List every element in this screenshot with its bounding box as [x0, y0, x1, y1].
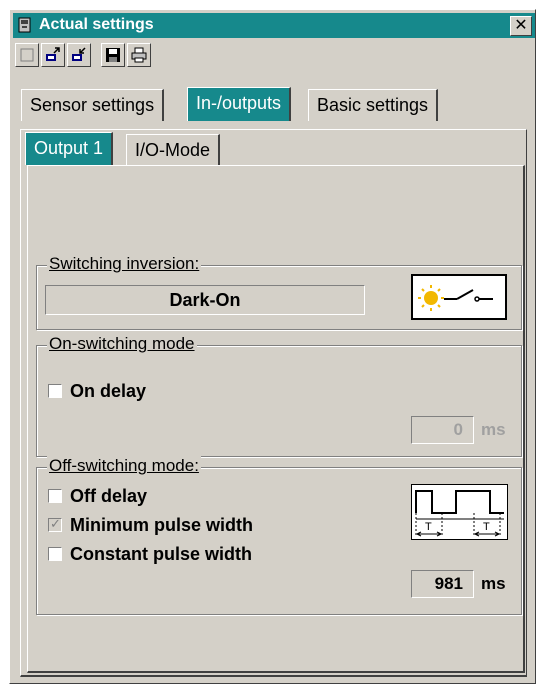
new-button[interactable]: [15, 43, 39, 67]
download-button[interactable]: [41, 43, 65, 67]
title-bar[interactable]: Actual settings ✕: [13, 13, 535, 38]
toolbar: [13, 41, 533, 71]
printer-icon: [131, 47, 147, 63]
on-switching-mode-legend: On-switching mode: [47, 334, 197, 354]
off-switching-mode-legend: Off-switching mode:: [47, 456, 201, 476]
on-delay-input[interactable]: 0: [411, 416, 474, 444]
tab-basic-settings[interactable]: Basic settings: [308, 89, 439, 121]
svg-text:T: T: [425, 521, 432, 533]
switching-inversion-value[interactable]: Dark-On: [45, 285, 365, 315]
svg-text:T: T: [483, 521, 490, 533]
on-delay-label: On delay: [70, 381, 147, 401]
tab-in-outputs[interactable]: In-/outputs: [187, 87, 292, 121]
min-pulse-checkbox-row[interactable]: Minimum pulse width: [48, 515, 308, 537]
off-delay-checkbox[interactable]: [48, 489, 62, 503]
upload-arrow-icon: [72, 47, 86, 61]
const-pulse-label: Constant pulse width: [70, 544, 252, 564]
const-pulse-checkbox[interactable]: [48, 547, 62, 561]
close-button[interactable]: ✕: [510, 16, 532, 36]
min-pulse-checkbox[interactable]: [48, 516, 62, 532]
off-delay-label: Off delay: [70, 486, 148, 506]
off-delay-checkbox-row[interactable]: Off delay: [48, 486, 248, 508]
device-icon: [17, 16, 33, 39]
on-delay-checkbox[interactable]: [48, 384, 62, 398]
tab-sensor-settings[interactable]: Sensor settings: [21, 89, 165, 121]
save-button[interactable]: [101, 43, 125, 67]
upload-button[interactable]: [67, 43, 91, 67]
pulse-timing-icon: T T: [411, 484, 508, 540]
tab-output-1[interactable]: Output 1: [25, 132, 114, 165]
blank-document-icon: [20, 48, 34, 62]
save-disk-icon: [106, 48, 120, 62]
download-arrow-icon: [46, 47, 60, 61]
min-pulse-label: Minimum pulse width: [70, 515, 253, 535]
print-button[interactable]: [127, 43, 151, 67]
pulse-width-unit: ms: [481, 574, 506, 593]
const-pulse-checkbox-row[interactable]: Constant pulse width: [48, 544, 308, 566]
close-icon: ✕: [514, 17, 528, 34]
window-title: Actual settings: [39, 16, 154, 33]
pulse-width-input[interactable]: 981: [411, 570, 474, 598]
on-delay-checkbox-row[interactable]: On delay: [48, 381, 248, 403]
actual-settings-window: Actual settings ✕ Sensor settings In-/ou…: [9, 9, 536, 684]
on-delay-unit: ms: [481, 420, 506, 439]
tab-io-mode[interactable]: I/O-Mode: [126, 134, 221, 165]
light-switch-icon: [411, 274, 507, 320]
switching-inversion-legend: Switching inversion:: [47, 254, 202, 274]
